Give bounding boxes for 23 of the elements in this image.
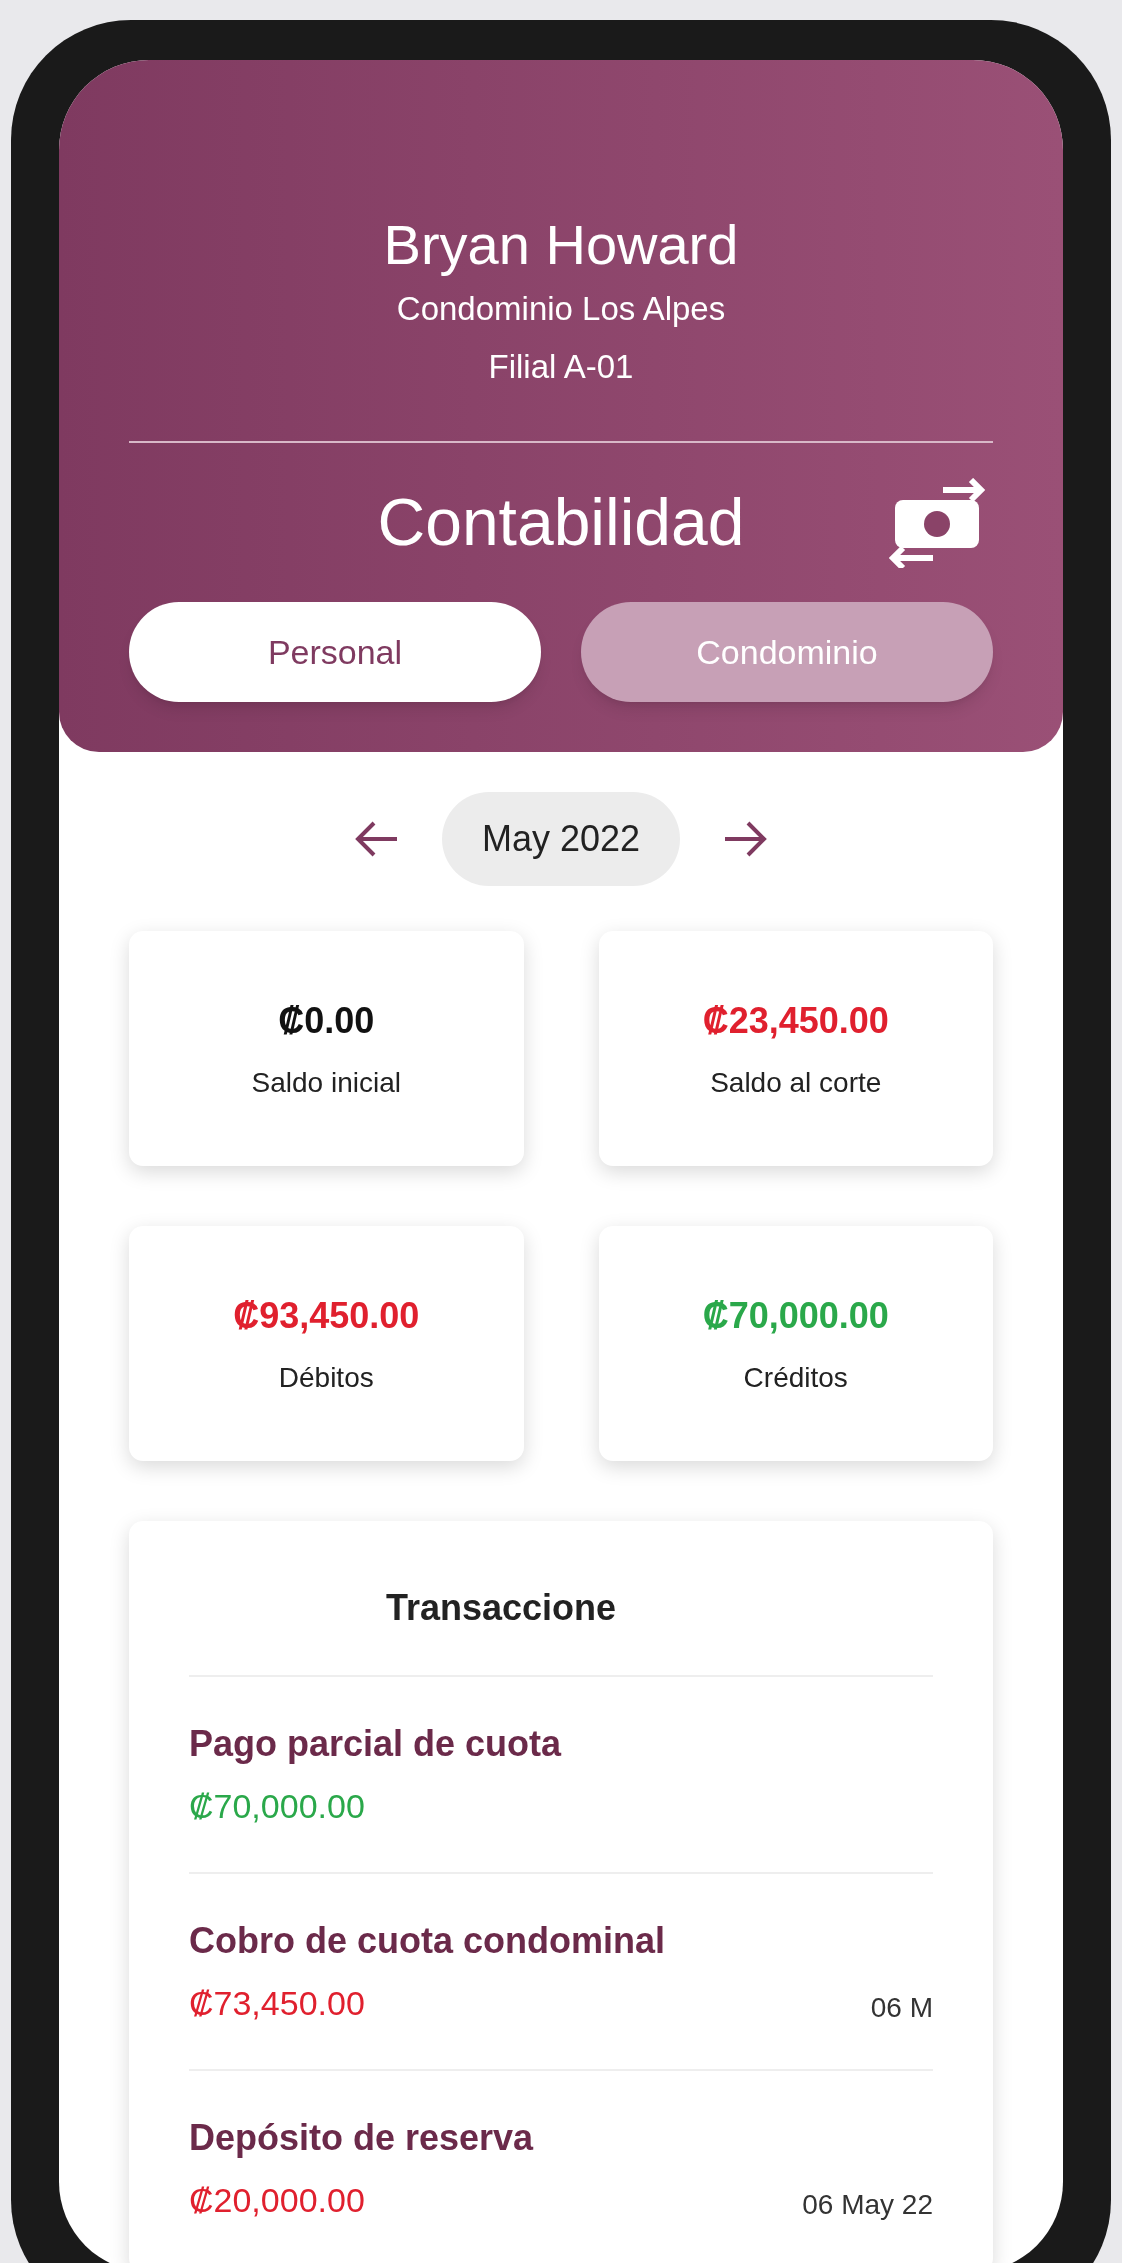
transactions-title: Transaccione (384, 1586, 618, 1630)
transaction-name: Cobro de cuota condominal (189, 1919, 666, 1963)
tab[interactable]: Personal (129, 602, 541, 702)
user-name: Bryan Howard (383, 212, 739, 278)
transaction-amount: ₡20,000.00 (189, 2180, 365, 2221)
transaction-date: 06 M (870, 1991, 933, 2025)
amount-label: Saldo inicial (251, 1065, 401, 1100)
transaction-amount: ₡70,000.00 (189, 1786, 365, 1827)
month-selector[interactable]: May 2022 (441, 792, 681, 886)
amount-label: Débitos (278, 1360, 374, 1395)
amount: ₡23,450.00 (702, 998, 889, 1043)
transaction-name: Depósito de reserva (189, 2116, 535, 2160)
amount-label: Créditos (743, 1360, 848, 1395)
amount-label: Saldo al corte (710, 1065, 882, 1100)
transaction-date: 06 May 22 (802, 2188, 933, 2222)
transaction-name: Pago parcial de cuota (189, 1722, 563, 1766)
amount: ₡93,450.00 (233, 1293, 420, 1338)
unit-label: Filial A-01 (488, 346, 634, 387)
amount: ₡0.00 (278, 998, 375, 1043)
amount: ₡70,000.00 (702, 1293, 889, 1338)
transaction-amount: ₡73,450.00 (189, 1983, 365, 2024)
condo-name: Condominio Los Alpes (396, 289, 726, 329)
page-title: Contabilidad (377, 484, 745, 561)
